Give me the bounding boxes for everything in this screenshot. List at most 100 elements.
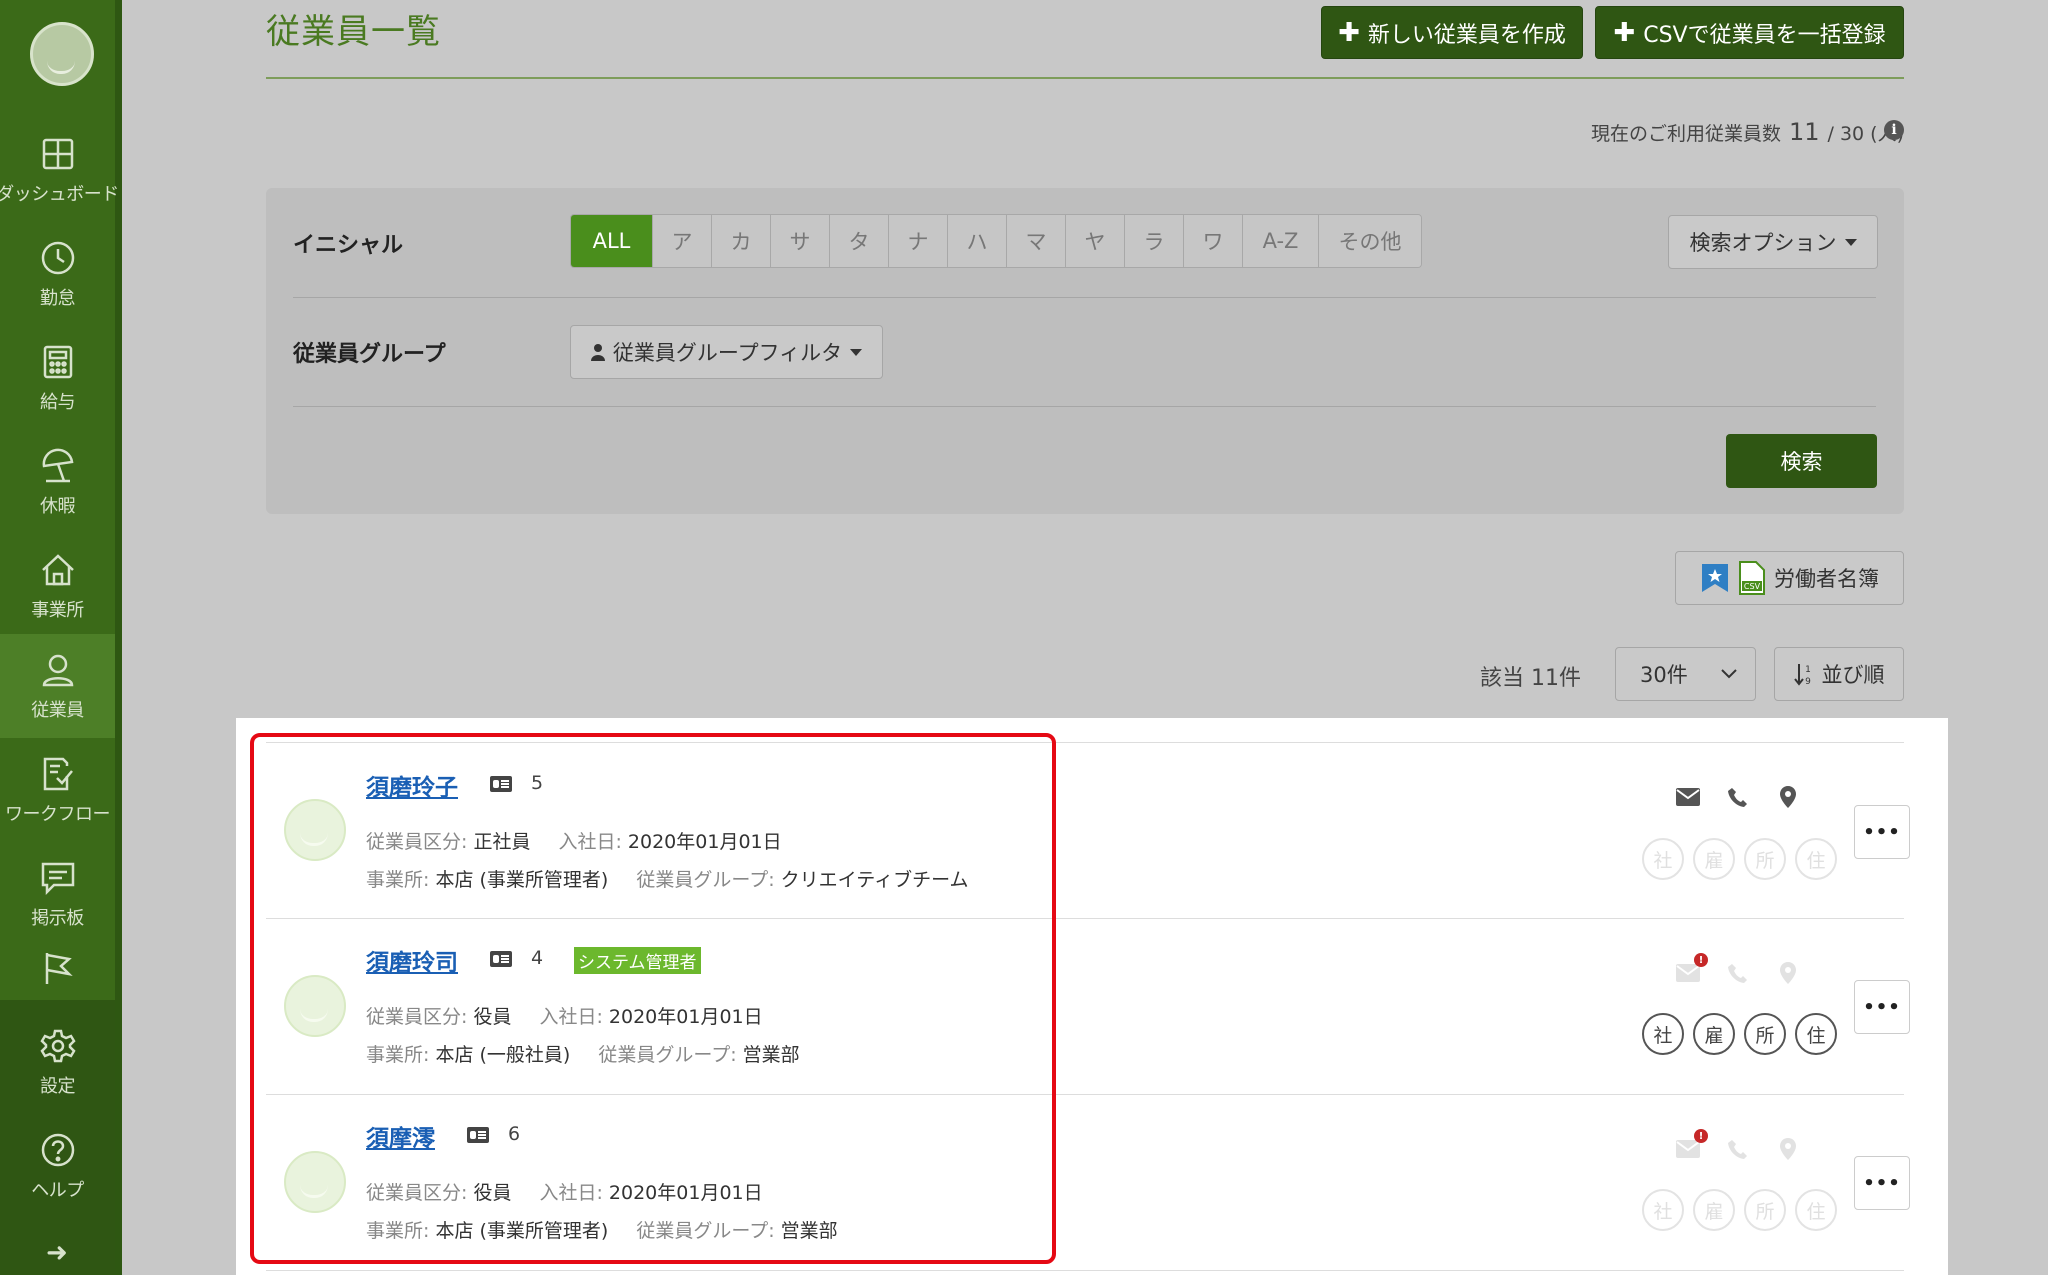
search-options-button[interactable]: 検索オプション xyxy=(1668,215,1878,269)
sidebar-item-workflow[interactable]: ワークフロー xyxy=(0,738,115,842)
alert-icon: ! xyxy=(1694,953,1708,967)
more-actions-button[interactable]: ••• xyxy=(1854,805,1910,859)
sort-button[interactable]: 19 並び順 xyxy=(1774,647,1904,701)
envelope-icon[interactable] xyxy=(1676,787,1700,807)
sidebar-item-label: 事業所 xyxy=(31,600,84,621)
user-icon xyxy=(38,650,78,690)
caret-down-icon xyxy=(1844,238,1857,246)
svg-text:9: 9 xyxy=(1805,677,1811,686)
envelope-icon[interactable]: ! xyxy=(1676,953,1708,983)
more-actions-button[interactable]: ••• xyxy=(1854,1156,1910,1210)
beach-umbrella-icon xyxy=(38,446,78,486)
initial-ra[interactable]: ラ xyxy=(1125,215,1184,267)
result-count: 該当 11件 xyxy=(1480,666,1581,691)
initial-wa[interactable]: ワ xyxy=(1184,215,1243,267)
info-icon[interactable]: i xyxy=(1884,120,1904,140)
initial-other[interactable]: その他 xyxy=(1319,215,1421,267)
sidebar-item-dashboard[interactable]: ダッシュボード xyxy=(0,118,119,222)
create-employee-button[interactable]: ✚ 新しい従業員を作成 xyxy=(1321,6,1583,59)
contact-icons xyxy=(1676,786,1800,808)
income-tax-badge[interactable]: 所 xyxy=(1744,838,1786,880)
sidebar-item-attendance[interactable]: 勤怠 xyxy=(0,222,115,326)
phone-icon[interactable] xyxy=(1726,787,1750,807)
income-tax-badge[interactable]: 所 xyxy=(1744,1013,1786,1055)
labor-roster-button[interactable]: CSV 労働者名簿 xyxy=(1675,551,1904,605)
initial-ma[interactable]: マ xyxy=(1007,215,1066,267)
document-badges: 社 雇 所 住 xyxy=(1642,1189,1837,1231)
sidebar-item-label: ヘルプ xyxy=(31,1180,84,1201)
group-filter-dropdown[interactable]: 従業員グループフィルタ xyxy=(570,325,883,379)
initial-all[interactable]: ALL xyxy=(571,215,653,267)
document-badges: 社 雇 所 住 xyxy=(1642,1013,1837,1055)
resident-tax-badge[interactable]: 住 xyxy=(1795,1013,1837,1055)
plus-icon: ✚ xyxy=(1338,17,1360,48)
sidebar-item-settings[interactable]: 設定 xyxy=(0,1010,115,1114)
employment-insurance-badge[interactable]: 雇 xyxy=(1693,1013,1735,1055)
sidebar-item-label: 従業員 xyxy=(31,700,84,721)
sidebar: ダッシュボード 勤怠 給与 休暇 事業所 従業員 ワークフロー 掲示板 設定 ヘ… xyxy=(0,0,122,1275)
sidebar-item-office[interactable]: 事業所 xyxy=(0,534,115,638)
more-actions-button[interactable]: ••• xyxy=(1854,980,1910,1034)
csv-import-button[interactable]: ✚ CSVで従業員を一括登録 xyxy=(1595,6,1904,59)
gear-icon xyxy=(38,1026,78,1066)
sidebar-item-label: ワークフロー xyxy=(5,804,111,825)
initial-na[interactable]: ナ xyxy=(889,215,948,267)
sidebar-item-label: 休暇 xyxy=(40,496,76,517)
initial-a[interactable]: ア xyxy=(653,215,712,267)
dashboard-icon xyxy=(38,134,78,174)
sidebar-item-employees[interactable]: 従業員 xyxy=(0,634,115,738)
sidebar-item-bulletin[interactable]: 掲示板 xyxy=(0,842,115,946)
user-avatar[interactable] xyxy=(30,22,94,86)
plus-icon: ✚ xyxy=(1613,17,1636,48)
resident-tax-badge[interactable]: 住 xyxy=(1795,1189,1837,1231)
usage-summary: 現在のご利用従業員数 11 / 30 (人) xyxy=(1590,118,1904,146)
svg-text:CSV: CSV xyxy=(1744,582,1761,591)
document-badges: 社 雇 所 住 xyxy=(1642,838,1837,880)
sidebar-item-label: 設定 xyxy=(40,1076,76,1097)
resident-tax-badge[interactable]: 住 xyxy=(1795,838,1837,880)
filter-panel: イニシャル ALL ア カ サ タ ナ ハ マ ヤ ラ ワ A-Z その他 検索… xyxy=(266,188,1904,514)
group-label: 従業員グループ xyxy=(293,342,446,367)
initial-ha[interactable]: ハ xyxy=(948,215,1007,267)
social-insurance-badge[interactable]: 社 xyxy=(1642,838,1684,880)
map-pin-icon[interactable] xyxy=(1776,1138,1800,1160)
sidebar-item-payroll[interactable]: 給与 xyxy=(0,326,115,430)
divider xyxy=(293,406,1876,407)
svg-text:1: 1 xyxy=(1805,665,1811,675)
chevron-down-icon xyxy=(1721,669,1737,679)
sidebar-item-label: 勤怠 xyxy=(40,288,76,309)
sort-icon: 19 xyxy=(1793,664,1811,686)
highlight-annotation xyxy=(250,733,1056,1264)
map-pin-icon[interactable] xyxy=(1776,786,1800,808)
sidebar-item-help[interactable]: ヘルプ xyxy=(0,1114,115,1218)
employment-insurance-badge[interactable]: 雇 xyxy=(1693,838,1735,880)
message-icon xyxy=(38,858,78,898)
map-pin-icon[interactable] xyxy=(1776,962,1800,984)
income-tax-badge[interactable]: 所 xyxy=(1744,1189,1786,1231)
flag-icon xyxy=(38,948,78,988)
initial-ka[interactable]: カ xyxy=(712,215,771,267)
phone-icon[interactable] xyxy=(1726,1139,1750,1159)
arrow-right-icon[interactable]: ➜ xyxy=(46,1238,68,1268)
search-button[interactable]: 検索 xyxy=(1726,434,1877,488)
social-insurance-badge[interactable]: 社 xyxy=(1642,1189,1684,1231)
caret-down-icon xyxy=(850,348,863,356)
initial-ta[interactable]: タ xyxy=(830,215,889,267)
initial-ya[interactable]: ヤ xyxy=(1066,215,1125,267)
social-insurance-badge[interactable]: 社 xyxy=(1642,1013,1684,1055)
sidebar-item-leave[interactable]: 休暇 xyxy=(0,430,115,534)
sidebar-item-flag[interactable] xyxy=(0,948,115,1008)
contact-icons: ! xyxy=(1676,953,1800,984)
phone-icon[interactable] xyxy=(1726,963,1750,983)
bookmark-star-icon xyxy=(1702,564,1728,592)
calculator-icon xyxy=(38,342,78,382)
title-divider xyxy=(266,77,1904,79)
sidebar-item-label: 掲示板 xyxy=(31,908,84,929)
initial-sa[interactable]: サ xyxy=(771,215,830,267)
initial-az[interactable]: A-Z xyxy=(1243,215,1319,267)
checklist-icon xyxy=(38,754,78,794)
envelope-icon[interactable]: ! xyxy=(1676,1129,1708,1159)
usage-current: 11 xyxy=(1788,118,1820,146)
per-page-select[interactable]: 30件 xyxy=(1615,647,1756,701)
employment-insurance-badge[interactable]: 雇 xyxy=(1693,1189,1735,1231)
